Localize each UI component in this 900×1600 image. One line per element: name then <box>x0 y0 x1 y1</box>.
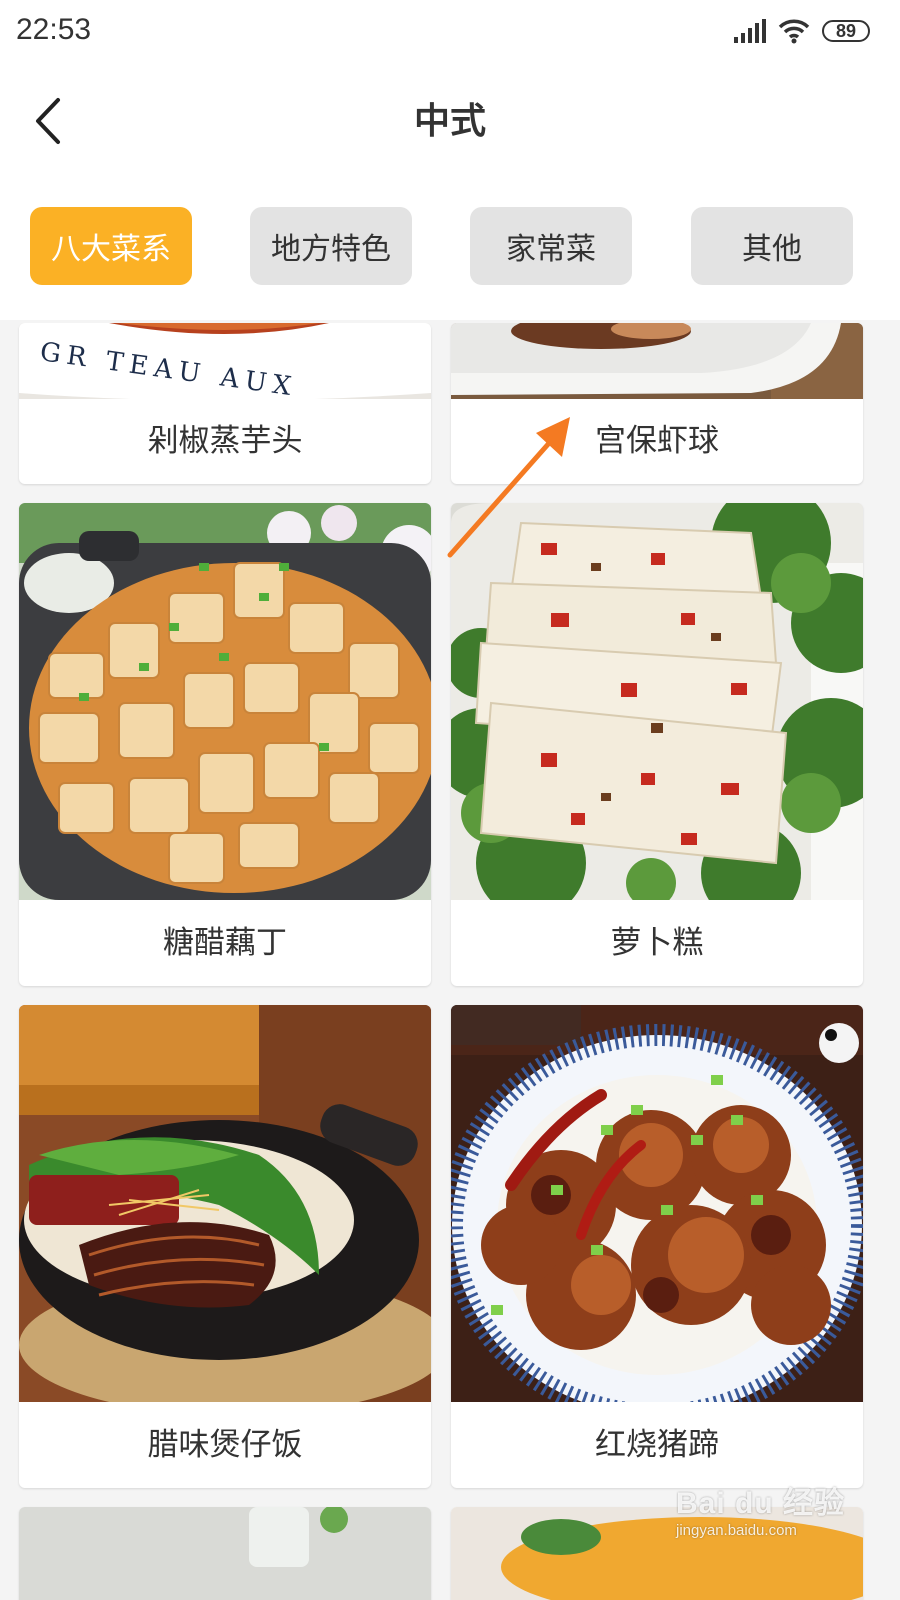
watermark-brand: Bai du 经验 <box>676 1487 846 1520</box>
dish-card[interactable]: 糖醋藕丁 <box>19 503 431 986</box>
watermark-url: jingyan.baidu.com <box>676 1522 797 1539</box>
dish-card[interactable]: 萝卜糕 <box>451 503 863 986</box>
dish-name: 糖醋藕丁 <box>163 925 287 961</box>
signal-icon <box>734 19 766 43</box>
tab-home-cooking[interactable]: 家常菜 <box>470 207 632 285</box>
category-tabs: 八大菜系 地方特色 家常菜 其他 <box>0 180 900 320</box>
dish-image <box>451 323 863 399</box>
dish-card[interactable]: 红烧猪蹄 <box>451 1005 863 1488</box>
tab-other[interactable]: 其他 <box>691 207 853 285</box>
app-bar: 中式 <box>0 62 900 180</box>
dish-name: 剁椒蒸芋头 <box>147 423 303 459</box>
wifi-icon <box>778 19 810 44</box>
dish-card[interactable] <box>19 1507 431 1600</box>
dish-image <box>451 503 863 900</box>
dish-name: 腊味煲仔饭 <box>147 1427 303 1463</box>
dish-image <box>19 503 431 900</box>
dish-grid[interactable]: GR TEAU AUX 剁椒蒸芋头 宫保虾球 糖醋藕丁 萝卜糕 腊味煲仔饭 红烧… <box>0 323 900 1600</box>
baidu-watermark: Bai du 经验 jingyan.baidu.com <box>676 1478 876 1548</box>
dish-image <box>19 1507 431 1600</box>
battery-icon: 89 <box>822 20 870 42</box>
tab-eight-cuisines[interactable]: 八大菜系 <box>30 207 192 285</box>
dish-name: 红烧猪蹄 <box>595 1427 719 1463</box>
battery-level: 89 <box>835 20 857 41</box>
dish-card[interactable]: GR TEAU AUX 剁椒蒸芋头 <box>19 323 431 484</box>
dish-card[interactable]: 腊味煲仔饭 <box>19 1005 431 1488</box>
dish-image <box>451 1005 863 1402</box>
dish-image <box>19 1005 431 1402</box>
dish-name: 萝卜糕 <box>610 925 704 961</box>
page-title: 中式 <box>413 101 486 142</box>
status-bar: 22:53 89 <box>0 0 900 62</box>
dish-image: GR TEAU AUX <box>19 323 431 399</box>
status-time: 22:53 <box>16 13 92 46</box>
dish-name: 宫保虾球 <box>595 423 719 459</box>
dish-card[interactable]: 宫保虾球 <box>451 323 863 484</box>
tab-local-specialties[interactable]: 地方特色 <box>250 207 412 285</box>
status-icons: 89 <box>734 16 870 46</box>
